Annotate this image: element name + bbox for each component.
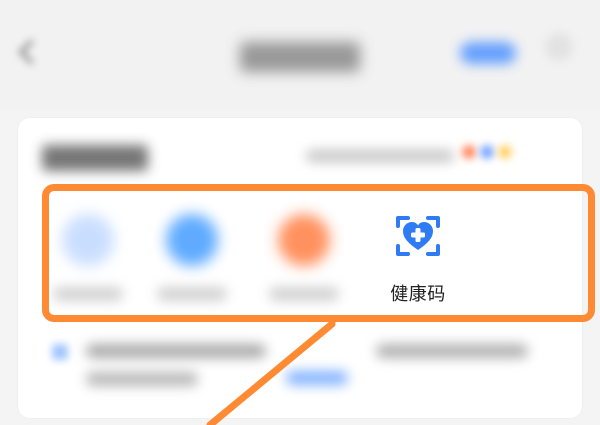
bottom-info-text-blurred (376, 344, 528, 358)
more-icon[interactable] (545, 33, 573, 61)
page: 健康码 (0, 0, 600, 425)
bottom-info-text-blurred (86, 372, 198, 386)
bottom-info-icon (52, 344, 68, 360)
page-title-blurred (240, 42, 360, 72)
section-meta-blurred (306, 150, 454, 162)
highlight-box (42, 184, 595, 322)
meta-dot-icon (480, 145, 494, 159)
meta-dot-icon (462, 145, 476, 159)
bottom-info-text-blurred (86, 344, 266, 358)
header (0, 0, 600, 110)
meta-dot-icon (498, 145, 512, 159)
section-title-blurred (42, 145, 148, 171)
back-icon[interactable] (22, 37, 38, 67)
header-action-button[interactable] (460, 42, 516, 64)
bottom-info-link-blurred[interactable] (286, 371, 348, 385)
